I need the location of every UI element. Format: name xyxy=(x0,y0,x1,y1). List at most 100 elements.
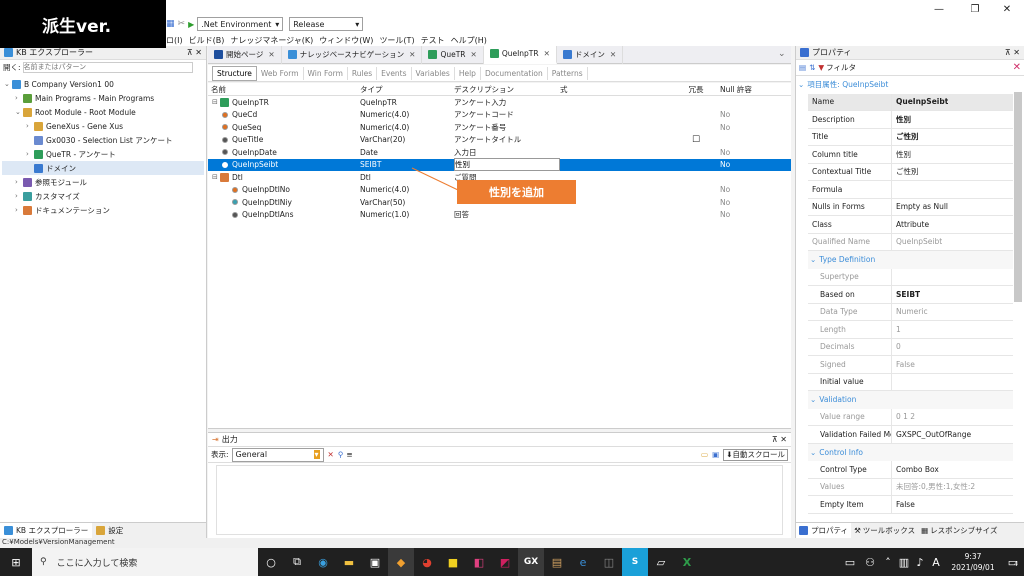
chevron-down-icon[interactable]: ⌄ xyxy=(778,49,786,59)
subtab[interactable]: Events xyxy=(377,66,412,80)
property-value[interactable]: Attribute xyxy=(892,220,929,229)
property-value[interactable]: 性別 xyxy=(892,149,911,160)
property-value[interactable]: Empty as Null xyxy=(892,202,948,211)
tree-item[interactable]: › カスタマイズ xyxy=(2,189,204,203)
property-value[interactable]: 0 1 2 xyxy=(892,412,915,421)
cortana-icon[interactable]: ○ xyxy=(258,548,284,576)
filter-icon[interactable]: ▼ xyxy=(818,63,824,72)
property-value[interactable]: Numeric xyxy=(892,307,928,316)
tab-kb-explorer[interactable]: KB エクスプローラー xyxy=(0,523,93,538)
close-icon[interactable]: ✕ xyxy=(471,50,477,59)
property-row[interactable]: Qualified Name QueInpSeibt xyxy=(808,233,1013,251)
sort-az-icon[interactable]: ⇅ xyxy=(809,63,815,72)
subtab[interactable]: Documentation xyxy=(481,66,548,80)
clock[interactable]: 9:37 2021/09/01 xyxy=(944,551,1002,573)
property-row[interactable]: Based on SEIBT xyxy=(808,286,1013,304)
table-row[interactable]: QueCd Numeric(4.0) アンケートコード No xyxy=(208,109,791,122)
property-row[interactable]: Description 性別 xyxy=(808,111,1013,129)
subtab[interactable]: Help xyxy=(455,66,481,80)
close-icon[interactable]: ✕ xyxy=(990,0,1024,18)
app-icon[interactable]: ◩ xyxy=(492,548,518,576)
genexus-icon[interactable]: GX xyxy=(518,548,544,576)
table-row[interactable]: QueInpDtlAns Numeric(1.0) 回答 No xyxy=(208,209,791,222)
output-text-area[interactable] xyxy=(216,465,783,535)
minimize-icon[interactable]: — xyxy=(922,0,956,18)
expand-icon[interactable]: › xyxy=(15,178,23,186)
people-icon[interactable]: ⚇ xyxy=(860,548,880,576)
clear-icon[interactable]: ✕ xyxy=(328,450,334,459)
tree-item[interactable]: ⌄ B Company Version1 00 xyxy=(2,77,204,91)
table-row[interactable]: ⊟ QueInpTR QueInpTR アンケート入力 xyxy=(208,96,791,109)
pin-icon[interactable]: ⊼ xyxy=(772,435,778,444)
search-icon[interactable]: ⚲ xyxy=(338,450,344,459)
tree-item[interactable]: › 参照モジュール xyxy=(2,175,204,189)
property-value[interactable]: 未回答:0,男性:1,女性:2 xyxy=(892,481,975,492)
maximize-icon[interactable]: ❐ xyxy=(958,0,992,18)
subtab[interactable]: Rules xyxy=(348,66,378,80)
pin-icon[interactable]: ⊼ xyxy=(1005,48,1011,57)
property-row[interactable]: Formula xyxy=(808,181,1013,199)
document-tab[interactable]: QueTR ✕ xyxy=(422,45,484,64)
property-row[interactable]: Class Attribute xyxy=(808,216,1013,234)
environment-select[interactable]: .Net Environment ▾ xyxy=(197,17,284,31)
expand-icon[interactable]: ⌄ xyxy=(4,80,12,88)
tab-responsive-size[interactable]: ▦ レスポンシブサイズ xyxy=(918,525,1000,536)
chevron-up-icon[interactable]: ˄ xyxy=(880,548,896,576)
expand-icon[interactable]: › xyxy=(15,94,23,102)
close-icon[interactable]: ✕ xyxy=(610,50,616,59)
property-row[interactable]: Validation Failed Me GXSPC_OutOfRange xyxy=(808,426,1013,444)
menu-item[interactable]: ロ(I) xyxy=(166,35,183,46)
subtab[interactable]: Patterns xyxy=(548,66,588,80)
wrap-icon[interactable]: ≡ xyxy=(346,450,352,459)
property-value[interactable]: False xyxy=(892,360,915,369)
notes-icon[interactable]: ■ xyxy=(440,548,466,576)
keyboard-icon[interactable]: ▭ xyxy=(840,548,860,576)
tree-item[interactable]: ⌄ Root Module - Root Module xyxy=(2,105,204,119)
document-tab[interactable]: QueInpTR ✕ xyxy=(483,45,557,64)
store-icon[interactable]: ▣ xyxy=(362,548,388,576)
subtab[interactable]: Variables xyxy=(412,66,455,80)
property-category[interactable]: ⌄ Type Definition xyxy=(808,251,1013,269)
run-icon[interactable]: ▶ xyxy=(188,20,194,29)
property-value[interactable]: GXSPC_OutOfRange xyxy=(892,430,971,439)
property-row[interactable]: Supertype xyxy=(808,268,1013,286)
subtab[interactable]: Structure xyxy=(212,65,257,81)
excel-icon[interactable]: X xyxy=(674,548,700,576)
property-value[interactable]: QueInpSeibt xyxy=(892,237,942,246)
document-tab[interactable]: ドメイン ✕ xyxy=(557,45,624,64)
property-row[interactable]: Value range 0 1 2 xyxy=(808,408,1013,426)
property-row[interactable]: Title ご性別 xyxy=(808,128,1013,146)
app-icon[interactable]: ▤ xyxy=(544,548,570,576)
subtab[interactable]: Web Form xyxy=(257,66,304,80)
property-row[interactable]: Name QueInpSeibt xyxy=(808,93,1013,111)
property-value[interactable]: ご性別 xyxy=(892,131,919,142)
close-icon[interactable]: ✕ xyxy=(268,50,274,59)
app-icon[interactable]: ◫ xyxy=(596,548,622,576)
skype-icon[interactable]: S xyxy=(622,548,648,576)
table-row[interactable]: QueInpSeibt SEIBT 性別 No xyxy=(208,158,791,172)
menu-item[interactable]: ウィンドウ(W) xyxy=(319,35,373,46)
property-row[interactable]: Initial value xyxy=(808,373,1013,391)
config-select[interactable]: Release ▾ xyxy=(289,17,364,31)
property-row[interactable]: Empty Item False xyxy=(808,496,1013,514)
tree-item[interactable]: Gx0030 - Selection List アンケート xyxy=(2,133,204,147)
property-row[interactable]: Signed False xyxy=(808,356,1013,374)
app-icon[interactable]: ◧ xyxy=(466,548,492,576)
task-view-icon[interactable]: ⧉ xyxy=(284,548,310,576)
volume-icon[interactable]: ♪ xyxy=(912,548,928,576)
pin-icon[interactable]: ⊼ xyxy=(187,48,193,57)
property-value[interactable]: 1 xyxy=(892,325,901,334)
menu-item[interactable]: ツール(T) xyxy=(379,35,414,46)
ie-icon[interactable]: e xyxy=(570,548,596,576)
expand-icon[interactable]: ⊟ xyxy=(212,98,220,106)
document-tab[interactable]: ナレッジベースナビゲーション ✕ xyxy=(282,45,423,64)
menu-item[interactable]: テスト xyxy=(421,35,445,46)
categorized-icon[interactable]: ▤ xyxy=(799,63,806,72)
expand-icon[interactable]: › xyxy=(15,192,23,200)
property-row[interactable]: Data Type Numeric xyxy=(808,303,1013,321)
app-icon[interactable]: ◆ xyxy=(388,548,414,576)
property-category[interactable]: ⌄ Validation xyxy=(808,391,1013,409)
expand-icon[interactable]: ⌄ xyxy=(15,108,23,116)
close-icon[interactable]: ✕ xyxy=(1013,48,1020,57)
property-value[interactable]: 性別 xyxy=(892,114,911,125)
